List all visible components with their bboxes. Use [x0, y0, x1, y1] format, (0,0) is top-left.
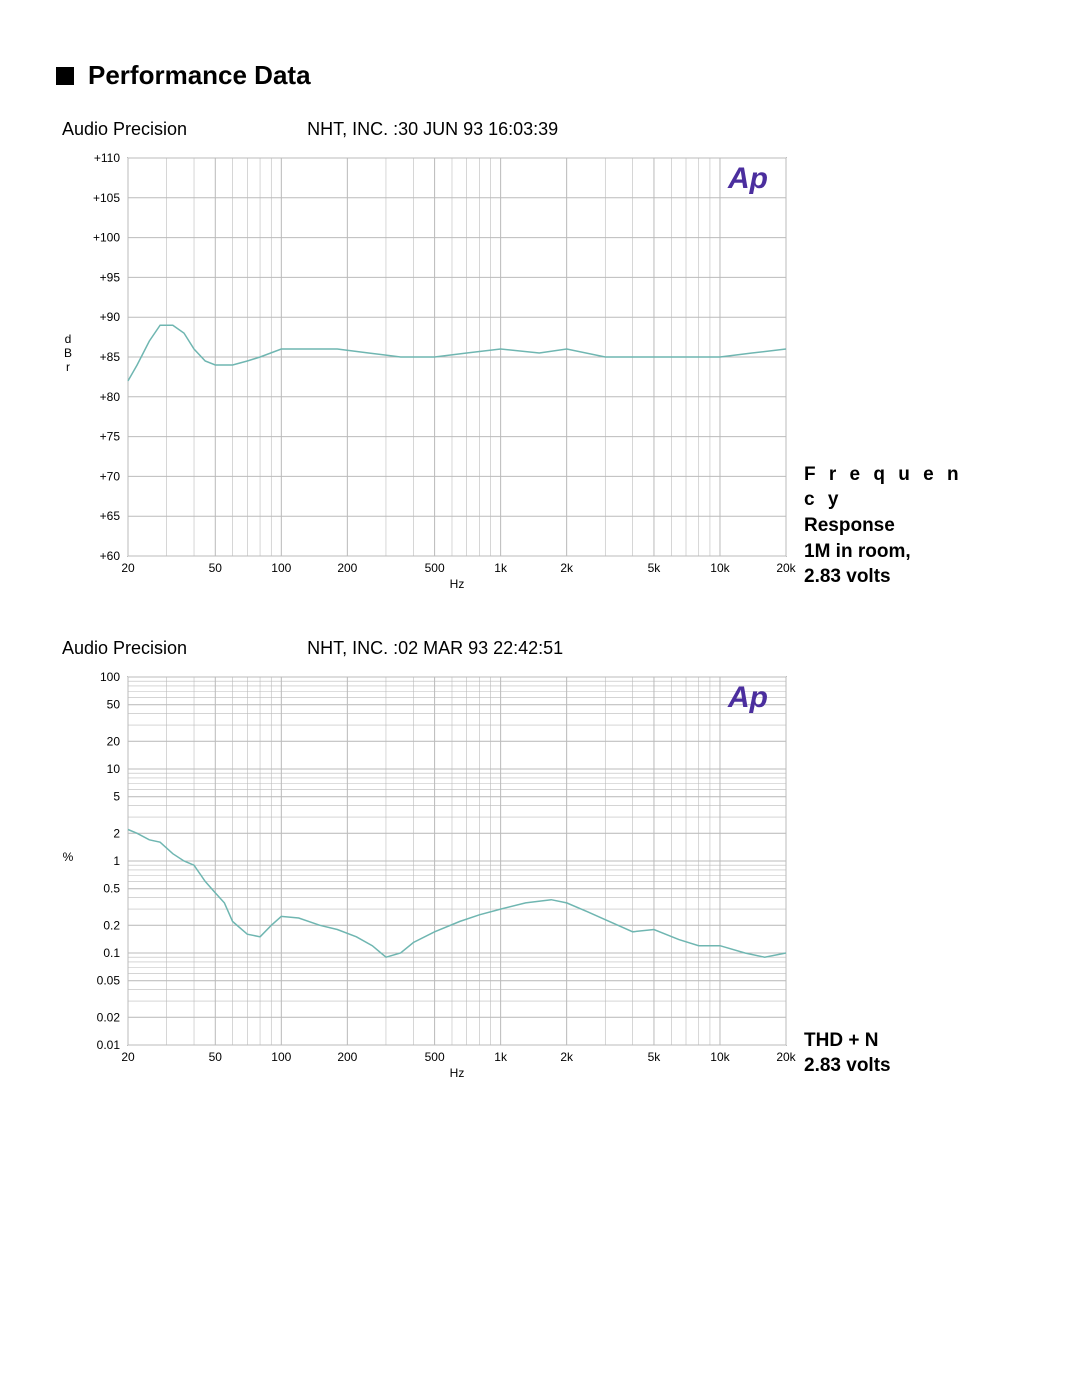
svg-text:50: 50 [209, 561, 223, 575]
svg-text:100: 100 [100, 670, 120, 684]
section-title-text: Performance Data [88, 60, 311, 91]
svg-text:5k: 5k [648, 1050, 662, 1064]
ap-logo-icon: Ap [727, 681, 768, 714]
chart1-caption-line4: 2.83 volts [804, 564, 964, 590]
svg-text:B: B [64, 346, 72, 360]
svg-text:5: 5 [113, 790, 120, 804]
svg-text:500: 500 [425, 1050, 445, 1064]
chart-frequency-response: Audio Precision NHT, INC. :30 JUN 93 16:… [56, 119, 1024, 598]
svg-text:500: 500 [425, 561, 445, 575]
svg-text:1k: 1k [494, 1050, 508, 1064]
chart1-caption-line2: Response [804, 513, 964, 539]
svg-text:Hz: Hz [450, 577, 465, 591]
svg-text:20: 20 [121, 1050, 135, 1064]
svg-text:+60: +60 [100, 549, 121, 563]
svg-text:+70: +70 [100, 469, 121, 483]
svg-text:5k: 5k [648, 561, 662, 575]
ap-logo-icon: Ap [727, 162, 768, 195]
svg-text:20: 20 [121, 561, 135, 575]
chart2-header-right: NHT, INC. :02 MAR 93 22:42:51 [307, 638, 563, 659]
chart1-header-left: Audio Precision [62, 119, 187, 140]
svg-text:+90: +90 [100, 310, 121, 324]
svg-text:50: 50 [209, 1050, 223, 1064]
svg-text:50: 50 [107, 698, 121, 712]
svg-text:Hz: Hz [450, 1066, 465, 1080]
svg-text:2: 2 [113, 826, 120, 840]
svg-text:2k: 2k [560, 1050, 574, 1064]
svg-text:1k: 1k [494, 561, 508, 575]
svg-text:+110: +110 [94, 151, 120, 165]
chart2-caption-line1: THD + N [804, 1028, 964, 1054]
chart1-caption-line3: 1M in room, [804, 539, 964, 565]
svg-text:100: 100 [271, 561, 291, 575]
svg-text:+95: +95 [100, 270, 121, 284]
chart2-header-left: Audio Precision [62, 638, 187, 659]
svg-text:200: 200 [337, 1050, 357, 1064]
svg-text:0.5: 0.5 [103, 882, 120, 896]
chart-thd-n: Audio Precision NHT, INC. :02 MAR 93 22:… [56, 638, 1024, 1087]
svg-text:+75: +75 [100, 430, 121, 444]
bullet-square-icon [56, 67, 74, 85]
svg-text:r: r [66, 360, 70, 374]
chart1-caption-line1: F r e q u e n c y [804, 462, 964, 513]
svg-text:+65: +65 [100, 509, 121, 523]
svg-text:10: 10 [107, 762, 121, 776]
chart2-plot: 20 50 100 200 500 1k 2k 5k 10k 20k Hz 0.01 0.02 0.05 0… [56, 667, 796, 1087]
svg-text:1: 1 [113, 854, 120, 868]
svg-text:+85: +85 [100, 350, 121, 364]
svg-text:10k: 10k [710, 561, 730, 575]
svg-text:d: d [65, 332, 72, 346]
svg-text:20: 20 [107, 734, 121, 748]
svg-text:20k: 20k [776, 1050, 796, 1064]
svg-text:200: 200 [337, 561, 357, 575]
chart1-caption: F r e q u e n c y Response 1M in room, 2… [804, 462, 964, 598]
svg-text:+100: +100 [93, 231, 120, 245]
chart2-caption: THD + N 2.83 volts [804, 1028, 964, 1087]
svg-text:100: 100 [271, 1050, 291, 1064]
svg-text:2k: 2k [560, 561, 574, 575]
svg-text:+80: +80 [100, 390, 121, 404]
section-title: Performance Data [56, 60, 1024, 91]
svg-text:0.1: 0.1 [103, 946, 120, 960]
svg-text:0.2: 0.2 [103, 918, 120, 932]
chart1-header-right: NHT, INC. :30 JUN 93 16:03:39 [307, 119, 558, 140]
svg-text:0.02: 0.02 [97, 1010, 121, 1024]
svg-text:%: % [63, 850, 74, 864]
svg-text:+105: +105 [93, 191, 120, 205]
chart1-plot: 20 50 100 200 500 1k 2k 5k 10k 20k Hz +60 +65 +70 +75 +… [56, 148, 796, 598]
svg-text:20k: 20k [776, 561, 796, 575]
chart2-caption-line2: 2.83 volts [804, 1053, 964, 1079]
svg-text:10k: 10k [710, 1050, 730, 1064]
svg-text:0.01: 0.01 [97, 1038, 121, 1052]
svg-text:0.05: 0.05 [97, 974, 121, 988]
